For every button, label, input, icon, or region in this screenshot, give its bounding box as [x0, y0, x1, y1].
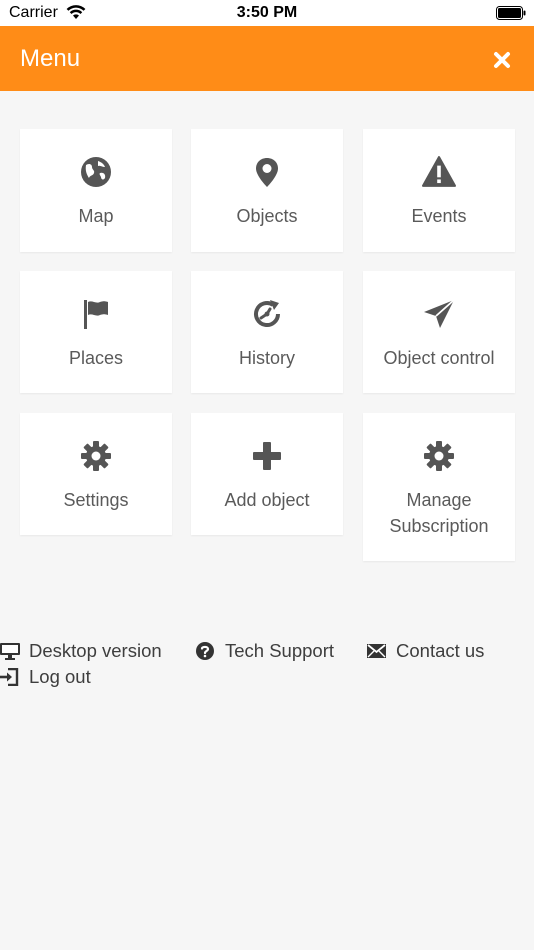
flag-icon [84, 300, 108, 329]
close-icon[interactable] [490, 48, 514, 72]
tile-objects[interactable]: Objects [191, 129, 343, 252]
status-bar: Carrier 3:50 PM [0, 0, 534, 26]
tile-label: Events [411, 206, 467, 226]
contact-us-label: Contact us [396, 640, 485, 661]
app-header: Menu [0, 26, 534, 91]
tile-label: Objects [236, 206, 298, 226]
tile-places[interactable]: Places [20, 271, 172, 393]
monitor-icon [0, 643, 20, 660]
tech-support-link[interactable]: Tech Support [196, 638, 341, 664]
battery-icon [496, 6, 526, 20]
gear-icon [81, 441, 111, 471]
globe-icon [81, 157, 111, 187]
tile-label: Add object [224, 490, 310, 510]
tile-map[interactable]: Map [20, 129, 172, 252]
map-pin-icon [256, 158, 278, 187]
clock: 3:50 PM [236, 4, 298, 21]
tile-manage-subscription[interactable]: Manage Subscription [363, 413, 515, 561]
tile-events[interactable]: Events [363, 129, 515, 252]
tech-support-label: Tech Support [225, 640, 335, 661]
tile-add-object[interactable]: Add object [191, 413, 343, 535]
page-title: Menu [20, 45, 81, 72]
tile-history[interactable]: History [191, 271, 343, 393]
tile-label: Manage Subscription [389, 490, 489, 536]
desktop-version-label: Desktop version [29, 640, 162, 661]
tile-label: Object control [383, 348, 495, 368]
log-out-label: Log out [29, 666, 91, 687]
tile-label: Map [78, 206, 114, 226]
tile-settings[interactable]: Settings [20, 413, 172, 535]
warning-icon [422, 156, 456, 187]
envelope-icon [367, 644, 386, 658]
plus-icon [253, 442, 281, 470]
history-icon [254, 300, 280, 327]
sign-in-icon [0, 668, 19, 686]
send-icon [424, 299, 455, 328]
help-icon [196, 642, 214, 660]
contact-us-link[interactable]: Contact us [367, 638, 489, 664]
tile-label: Places [68, 348, 124, 368]
tile-label: Settings [63, 490, 129, 510]
log-out-link[interactable]: Log out [0, 664, 96, 690]
gear-icon [424, 441, 454, 471]
tile-object-control[interactable]: Object control [363, 271, 515, 393]
desktop-version-link[interactable]: Desktop version [0, 638, 170, 664]
tile-label: History [238, 348, 295, 368]
